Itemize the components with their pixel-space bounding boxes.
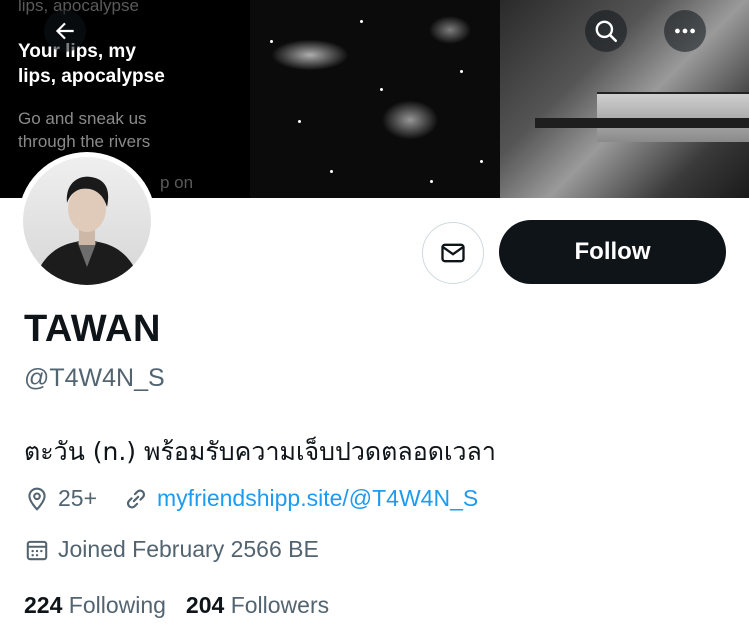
profile-handle: @T4W4N_S [24,364,165,392]
search-button[interactable] [585,10,627,52]
followers-stat[interactable]: 204 Followers [186,592,329,619]
followers-label: Followers [230,592,330,618]
joined-row: Joined February 2566 BE [24,536,345,563]
search-icon [595,20,618,43]
following-label: Following [68,592,166,618]
banner-window [597,92,749,142]
banner-lyric-faint-top: lips, apocalypse [18,0,139,15]
back-button[interactable] [44,10,86,52]
calendar-icon [26,540,48,560]
arrow-left-icon [55,22,74,40]
profile-avatar[interactable] [18,152,156,290]
banner-lyric-line-4: through the rivers [18,132,151,151]
joined-text: Joined February 2566 BE [58,536,319,562]
followers-count: 204 [185,592,225,618]
following-stat[interactable]: 224 Following [24,592,166,619]
website-link[interactable]: myfriendshipp.site/@T4W4N_S [157,485,478,512]
more-horizontal-icon [675,28,695,34]
profile-stats: 224 Following 204 Followers [24,592,349,619]
joined-item: Joined February 2566 BE [24,536,319,563]
banner-galaxy-image [250,0,500,198]
location-item: 25+ [24,485,97,512]
avatar-photo [23,157,151,285]
banner-lyric-line-3: Go and sneak us [18,109,147,128]
envelope-icon [441,243,465,263]
follow-button[interactable]: Follow [499,220,726,284]
banner-lyric-line-2: lips, apocalypse [18,66,165,87]
following-count: 224 [24,592,63,618]
profile-name: TAWAN [24,308,161,350]
profile-bio: ตะวัน (n.) พร้อมรับความเจ็บปวดตลอดเวลา [24,437,496,466]
link-icon [126,489,146,508]
location-pin-icon [28,487,46,511]
message-button[interactable] [422,222,484,284]
profile-meta-row: 25+ myfriendshipp.site/@T4W4N_S [24,485,504,512]
more-button[interactable] [664,10,706,52]
banner-lyric-faint-bottom: p on [160,173,194,192]
website-item[interactable]: myfriendshipp.site/@T4W4N_S [123,485,478,512]
banner-window-sill [535,118,749,128]
location-text: 25+ [58,485,98,511]
